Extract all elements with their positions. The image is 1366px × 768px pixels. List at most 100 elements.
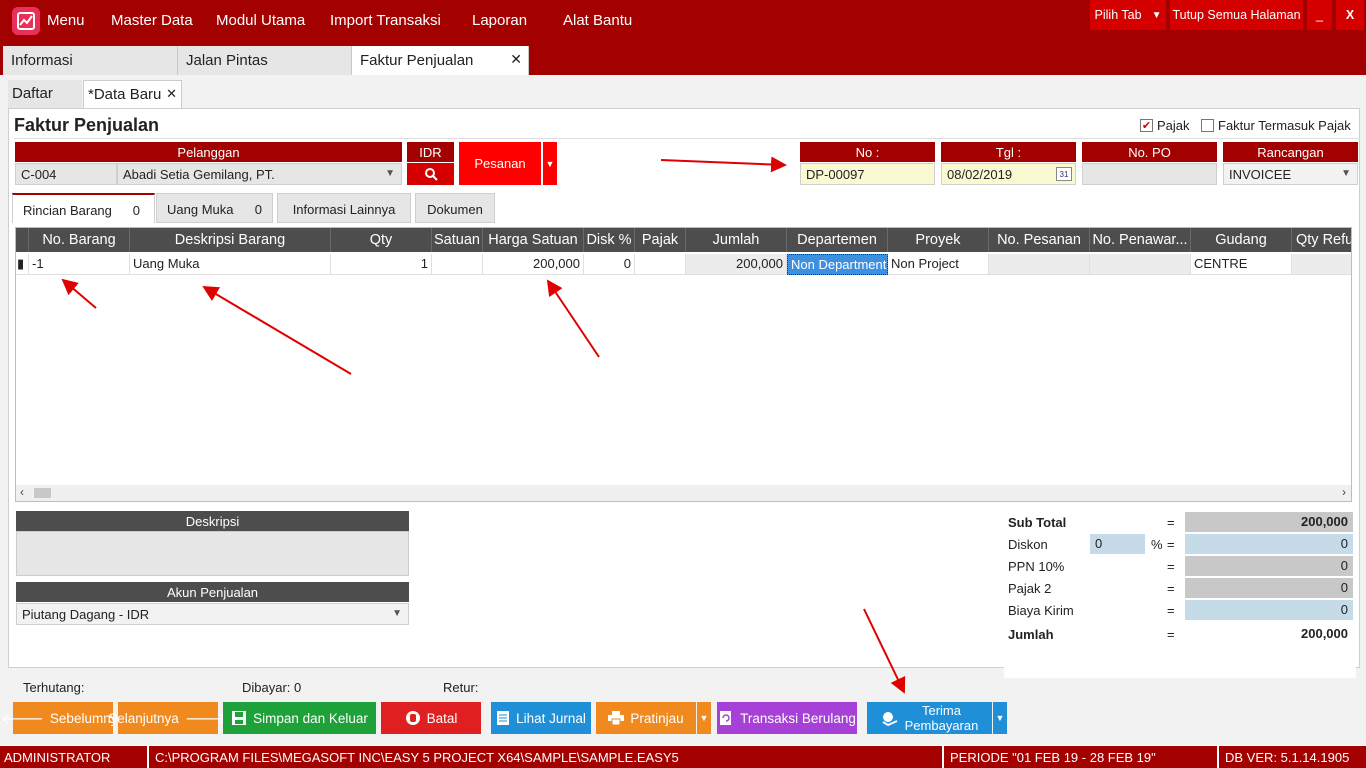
sub-total-value: 200,000 [1185,512,1353,532]
batal-label: Batal [426,710,458,726]
faktur-termasuk-pajak-checkbox[interactable]: Faktur Termasuk Pajak [1201,118,1351,133]
biaya-kirim-input[interactable]: 0 [1185,600,1353,620]
chevron-down-icon[interactable]: ▼ [385,168,395,179]
terima-pembayaran-dropdown-icon[interactable]: ▼ [993,702,1007,734]
pajak-checkbox[interactable]: ✔ Pajak [1140,118,1190,133]
selanjutnya-button[interactable]: Selanjutnya 🡒 [108,702,228,734]
status-bar: ADMINISTRATOR C:\PROGRAM FILES\MEGASOFT … [0,746,1366,768]
col-qty[interactable]: Qty [331,228,432,252]
close-subtab-icon[interactable]: ✕ [166,86,177,102]
menu-modul-utama[interactable]: Modul Utama [216,12,305,29]
tab-informasi-lainnya[interactable]: Informasi Lainnya [277,193,411,223]
close-app-button[interactable]: X [1336,0,1364,30]
no-po-field[interactable] [1082,163,1217,185]
simpan-dan-keluar-button[interactable]: Simpan dan Keluar [223,702,376,734]
currency-header: IDR [407,142,454,162]
search-customer-button[interactable] [407,163,454,185]
arrow-left-icon: 🡐 [1,710,44,728]
cell-departemen[interactable]: Non Department [787,254,888,275]
col-deskripsi-barang[interactable]: Deskripsi Barang [130,228,331,252]
col-jumlah[interactable]: Jumlah [686,228,787,252]
col-harga-satuan[interactable]: Harga Satuan [483,228,584,252]
pesanan-dropdown-icon[interactable]: ▼ [543,142,557,185]
tab-uang-muka[interactable]: Uang Muka 0 [156,193,273,223]
status-divider [942,746,944,768]
selanjutnya-label: Selanjutnya [108,710,179,726]
no-field[interactable]: DP-00097 [800,163,935,185]
tab-uang-muka-label: Uang Muka [167,202,234,217]
terima-pembayaran-button[interactable]: Terima Pembayaran [867,702,992,734]
chevron-down-icon[interactable]: ▼ [392,608,402,619]
subtab-data-baru[interactable]: *Data Baru ✕ [83,80,182,108]
transaksi-berulang-button[interactable]: Transaksi Berulang [717,702,857,734]
scroll-thumb[interactable] [34,488,51,498]
pesanan-button[interactable]: Pesanan [459,142,541,185]
tab-jalan-pintas[interactable]: Jalan Pintas [178,46,352,75]
no-po-header: No. PO [1082,142,1217,162]
tab-rincian-barang-count: 0 [132,203,140,218]
tab-rincian-barang-label: Rincian Barang [23,203,112,218]
deskripsi-textarea[interactable] [16,531,409,576]
tab-faktur-penjualan[interactable]: Faktur Penjualan ✕ [352,46,529,75]
akun-penjualan-header: Akun Penjualan [16,582,409,602]
menu-alat-bantu[interactable]: Alat Bantu [563,12,632,29]
col-no-pesanan[interactable]: No. Pesanan [989,228,1090,252]
menu-main[interactable]: Menu [47,12,85,29]
col-satuan[interactable]: Satuan [432,228,483,252]
col-no-barang[interactable]: No. Barang [29,228,130,252]
app-logo-icon[interactable] [12,7,40,35]
diskon-label: Diskon [1008,537,1048,552]
subtab-daftar[interactable]: Daftar [8,80,82,108]
pilih-tab-button[interactable]: Pilih Tab ▼ [1090,0,1166,30]
akun-penjualan-select[interactable]: Piutang Dagang - IDR ▼ [16,603,409,625]
menu-master-data[interactable]: Master Data [111,12,193,29]
col-disk[interactable]: Disk % [584,228,635,252]
menu-import-transaksi[interactable]: Import Transaksi [330,12,441,29]
lihat-jurnal-button[interactable]: Lihat Jurnal [491,702,591,734]
lihat-jurnal-label: Lihat Jurnal [516,710,586,726]
scroll-left-icon[interactable]: ‹ [20,485,24,499]
item-grid: No. Barang Deskripsi Barang Qty Satuan H… [15,227,1352,502]
diskon-value-input[interactable]: 0 [1185,534,1353,554]
pelanggan-code-field[interactable]: C-004 [15,163,117,185]
pelanggan-name-field[interactable]: Abadi Setia Gemilang, PT. ▼ [117,163,402,185]
rancangan-select[interactable]: INVOICEE ▼ [1223,163,1358,185]
jumlah-label: Jumlah [1008,627,1054,642]
pratinjau-dropdown-icon[interactable]: ▼ [697,702,711,734]
tab-informasi[interactable]: Informasi [3,46,178,75]
col-departemen[interactable]: Departemen [787,228,888,252]
col-pajak[interactable]: Pajak [635,228,686,252]
col-proyek[interactable]: Proyek [888,228,989,252]
caret-down-icon: ▼ [1151,9,1162,21]
col-no-penawaran[interactable]: No. Penawar... [1090,228,1191,252]
ppn-label: PPN 10% [1008,559,1065,574]
minimize-button[interactable]: _ [1307,0,1332,30]
cell-gudang[interactable]: CENTRE [1191,254,1292,275]
dibayar-label: Dibayar: 0 [242,680,302,695]
tab-dokumen[interactable]: Dokumen [415,193,495,223]
cell-pajak[interactable] [635,254,686,275]
menu-laporan[interactable]: Laporan [472,12,527,29]
batal-button[interactable]: Batal [381,702,481,734]
calendar-icon[interactable]: 31 [1056,167,1072,181]
cell-satuan[interactable] [432,254,483,275]
diskon-percent-input[interactable]: 0 [1090,534,1145,554]
tab-rincian-barang[interactable]: Rincian Barang 0 [12,193,155,223]
scroll-right-icon[interactable]: › [1342,485,1346,499]
cell-harga-satuan[interactable]: 200,000 [483,254,584,275]
chevron-down-icon[interactable]: ▼ [1341,168,1351,179]
close-tab-icon[interactable]: ✕ [510,51,522,68]
horizontal-scrollbar[interactable]: ‹ › [16,485,1351,501]
cell-no-barang[interactable]: -1 [29,254,130,275]
pratinjau-button[interactable]: Pratinjau [596,702,696,734]
tgl-field[interactable]: 08/02/2019 31 [941,163,1076,185]
cell-proyek[interactable]: Non Project [888,254,989,275]
sebelumnya-button[interactable]: 🡐 Sebelumnya [1,702,125,734]
tutup-semua-button[interactable]: Tutup Semua Halaman [1170,0,1303,30]
cell-no-pesanan [989,254,1090,275]
cell-qty[interactable]: 1 [331,254,432,275]
cell-deskripsi[interactable]: Uang Muka [130,254,331,275]
cell-disk[interactable]: 0 [584,254,635,275]
col-qty-refund[interactable]: Qty Refu [1292,228,1351,252]
col-gudang[interactable]: Gudang [1191,228,1292,252]
